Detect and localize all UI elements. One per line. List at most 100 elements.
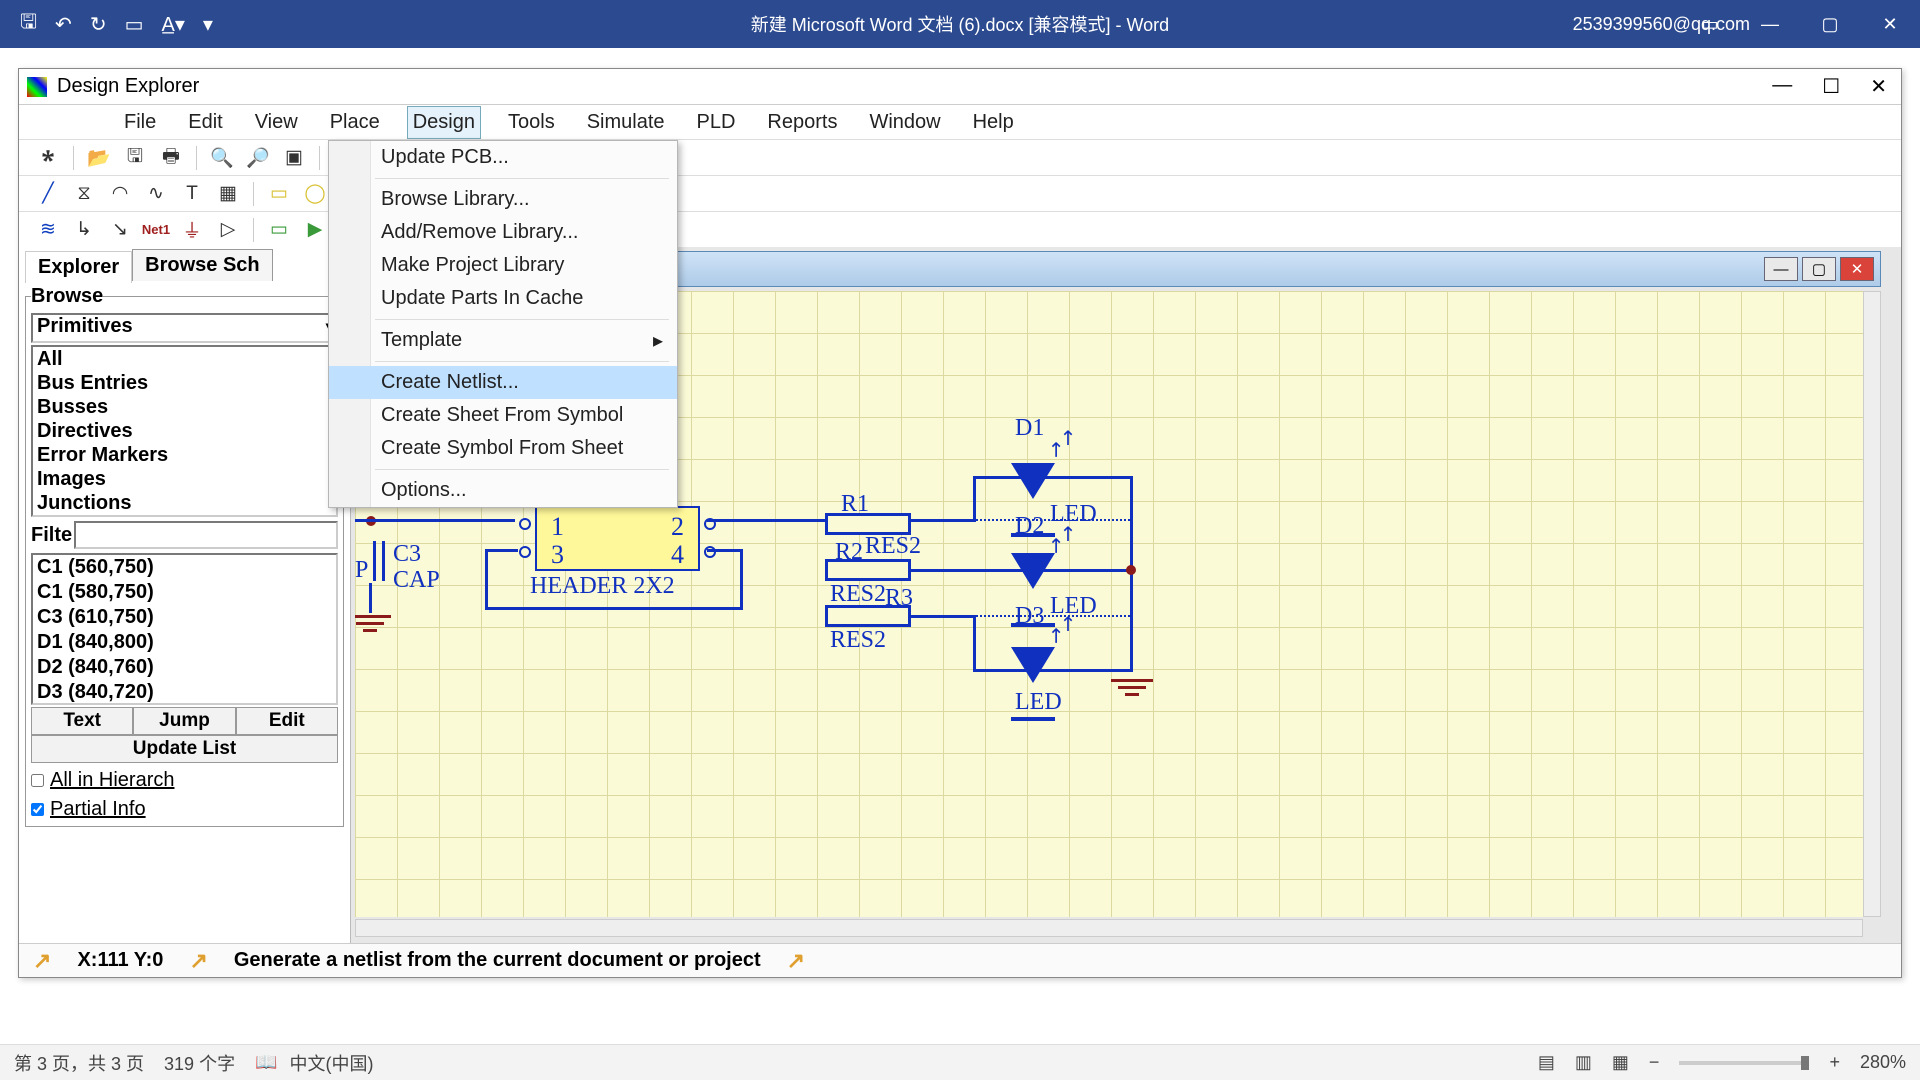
de-maximize-icon[interactable]: ☐ [1822, 74, 1840, 99]
instances-listbox[interactable]: C1 (560,750) C1 (580,750) C3 (610,750) D… [31, 553, 338, 705]
de-minimize-icon[interactable]: — [1772, 74, 1792, 99]
save-icon[interactable]: 🖫 [124, 147, 146, 169]
tab-explorer[interactable]: Explorer [25, 251, 132, 283]
zoom-level[interactable]: 280% [1860, 1052, 1906, 1073]
sheet-icon[interactable]: ▭ [268, 219, 290, 241]
doc-minimize-icon[interactable]: — [1764, 257, 1798, 281]
zoom-in-icon[interactable]: 🔍 [211, 147, 233, 169]
save-icon[interactable]: 🖫 [20, 7, 37, 41]
signal-icon[interactable]: ∿ [145, 183, 167, 205]
menu-window[interactable]: Window [864, 107, 945, 138]
menu-item-add-remove-library[interactable]: Add/Remove Library... [329, 216, 677, 249]
bus-icon[interactable]: ⧖ [73, 183, 95, 205]
menu-item-create-netlist[interactable]: Create Netlist... [329, 366, 677, 399]
list-item[interactable]: Junctions [37, 491, 336, 515]
jump-button[interactable]: Jump [133, 707, 235, 735]
frame-icon[interactable]: ▦ [217, 183, 239, 205]
all-in-hierarchy-checkbox[interactable]: All in Hierarch [31, 769, 338, 792]
netwire-icon[interactable]: ≋ [37, 219, 59, 241]
rect-icon[interactable]: ▭ [268, 183, 290, 205]
wire-icon[interactable]: ╱ [37, 183, 59, 205]
part-icon[interactable]: ▷ [217, 219, 239, 241]
menu-simulate[interactable]: Simulate [582, 107, 670, 138]
list-item[interactable]: D3 (840,720) [37, 680, 336, 705]
zoom-out-icon[interactable]: 🔎 [247, 147, 269, 169]
list-item[interactable]: Busses [37, 395, 336, 419]
redo-icon[interactable]: ↻ [90, 12, 107, 37]
edit-button[interactable]: Edit [236, 707, 338, 735]
busentry-icon[interactable]: ↘ [109, 219, 131, 241]
list-item[interactable]: D2 (840,760) [37, 655, 336, 680]
sheetentry-icon[interactable]: ▶ [304, 219, 326, 241]
canvas-hscroll[interactable] [355, 919, 1863, 937]
close-icon[interactable]: ✕ [1860, 0, 1920, 48]
qat-more-icon[interactable]: ▾ [203, 12, 213, 37]
menu-place[interactable]: Place [325, 107, 385, 138]
primitives-listbox[interactable]: All Bus Entries Busses Directives Error … [31, 345, 338, 517]
minimize-icon[interactable]: — [1740, 0, 1800, 48]
web-layout-icon[interactable]: ▦ [1612, 1052, 1629, 1073]
menu-view[interactable]: View [250, 107, 303, 138]
maximize-icon[interactable]: ▢ [1800, 0, 1860, 48]
menu-item-update-pcb[interactable]: Update PCB... [329, 141, 677, 174]
text-icon[interactable]: T [181, 183, 203, 205]
de-title-bar[interactable]: Design Explorer — ☐ ✕ [19, 69, 1901, 105]
filter-input[interactable] [74, 521, 338, 549]
menu-file[interactable]: File [119, 107, 161, 138]
tab-browse-sch[interactable]: Browse Sch [132, 249, 272, 281]
menu-item-options[interactable]: Options... [329, 474, 677, 507]
menu-item-make-project-library[interactable]: Make Project Library [329, 249, 677, 282]
list-item[interactable]: C1 (560,750) [37, 555, 336, 580]
menu-pld[interactable]: PLD [692, 107, 741, 138]
newdoc-icon[interactable]: ▭ [125, 12, 144, 37]
print-icon[interactable]: 🖶 [160, 147, 182, 169]
primitives-select[interactable]: Primitives▾ [31, 313, 338, 343]
menu-tools[interactable]: Tools [503, 107, 560, 138]
menu-item-create-symbol-from-sheet[interactable]: Create Symbol From Sheet [329, 432, 677, 465]
word-page-status[interactable]: 第 3 页，共 3 页 [14, 1050, 144, 1076]
menu-item-update-parts-cache[interactable]: Update Parts In Cache [329, 282, 677, 315]
list-item[interactable]: Directives [37, 419, 336, 443]
menu-item-template[interactable]: Template▸ [329, 324, 677, 357]
list-item[interactable]: Labels [37, 515, 336, 517]
menu-edit[interactable]: Edit [183, 107, 227, 138]
list-item[interactable]: Bus Entries [37, 371, 336, 395]
tree-icon[interactable]: 🞲 [37, 147, 59, 169]
menu-help[interactable]: Help [968, 107, 1019, 138]
undo-icon[interactable]: ↶ [55, 12, 72, 37]
text-button[interactable]: Text [31, 707, 133, 735]
doc-close-icon[interactable]: ✕ [1840, 257, 1874, 281]
open-icon[interactable]: 📂 [88, 147, 110, 169]
update-list-button[interactable]: Update List [31, 735, 338, 763]
print-layout-icon[interactable]: ▥ [1575, 1052, 1592, 1073]
buswire-icon[interactable]: ↳ [73, 219, 95, 241]
ribbon-options-icon[interactable]: ▭ [1680, 0, 1740, 48]
list-item[interactable]: C1 (580,750) [37, 580, 336, 605]
menu-design[interactable]: Design [407, 106, 481, 139]
menu-item-create-sheet-from-symbol[interactable]: Create Sheet From Symbol [329, 399, 677, 432]
word-word-count[interactable]: 319 个字 [164, 1050, 235, 1076]
arc-icon[interactable]: ◠ [109, 183, 131, 205]
menu-reports[interactable]: Reports [762, 107, 842, 138]
partial-info-checkbox[interactable]: Partial Info [31, 798, 338, 821]
word-language[interactable]: 中文(中国) [290, 1050, 374, 1076]
list-item[interactable]: Images [37, 467, 336, 491]
menu-item-browse-library[interactable]: Browse Library... [329, 183, 677, 216]
doc-maximize-icon[interactable]: ▢ [1802, 257, 1836, 281]
zoom-slider[interactable] [1679, 1061, 1809, 1065]
font-icon[interactable]: A̲▾ [161, 12, 184, 37]
round-icon[interactable]: ◯ [304, 183, 326, 205]
list-item[interactable]: C3 (610,750) [37, 605, 336, 630]
zoom-window-icon[interactable]: ▣ [283, 147, 305, 169]
list-item[interactable]: D1 (840,800) [37, 630, 336, 655]
word-spellcheck-icon[interactable]: 📖 [255, 1052, 277, 1073]
netlabel-icon[interactable]: Net1 [145, 219, 167, 241]
de-close-icon[interactable]: ✕ [1870, 74, 1887, 99]
zoom-out-icon[interactable]: − [1649, 1052, 1660, 1073]
list-item[interactable]: All [37, 347, 336, 371]
zoom-in-icon[interactable]: + [1829, 1052, 1840, 1073]
power-icon[interactable]: ⏚ [181, 219, 203, 241]
canvas-vscroll[interactable] [1863, 291, 1881, 917]
read-mode-icon[interactable]: ▤ [1538, 1052, 1555, 1073]
list-item[interactable]: Error Markers [37, 443, 336, 467]
